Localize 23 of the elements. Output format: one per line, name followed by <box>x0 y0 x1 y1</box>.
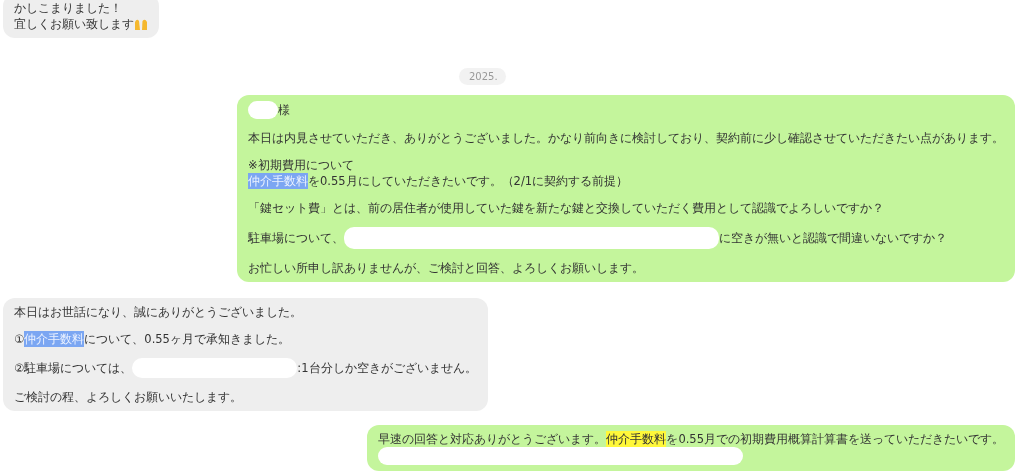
message-text: かしこまりました！ <box>14 0 122 16</box>
message-text: に空きが無いと認識で間違いないですか？ <box>719 230 947 246</box>
message-text: 早速の回答と対応ありがとうございます。 <box>378 431 607 447</box>
message-text: 「鍵セット費」とは、前の居住者が使用していた鍵を新たな鍵と交換していただく費用として認識でよろしいですか？ <box>248 200 884 216</box>
message-text: を0.55月での初期費用概算計算書を送っていただきたいです。 <box>666 431 1004 447</box>
message-text: 宜しくお願い致します <box>14 16 134 32</box>
message-text: :1台分しか空きがございません。 <box>297 360 477 376</box>
message-text: ②駐車場については、 <box>14 360 133 376</box>
message-text: ご検討の程、よろしくお願いいたします。 <box>14 389 242 405</box>
selected-text: 仲介手数料 <box>24 331 85 347</box>
message-text: 本日はお世話になり、誠にありがとうございました。 <box>14 304 302 320</box>
message-text: について、0.55ヶ月で承知きました。 <box>84 331 290 347</box>
message-text: 様 <box>278 102 290 118</box>
selected-text: 仲介手数料 <box>248 173 308 189</box>
message-text: お忙しい所申し訳ありませんが、ご検討と回答、よろしくお願いします。 <box>248 260 644 276</box>
raised-hands-icon <box>134 17 148 31</box>
message-text: 駐車場について、 <box>248 230 344 246</box>
message-text: を0.55月にしていただきたいです。（2/1に契約する前提） <box>308 173 629 189</box>
highlighted-text: 仲介手数料 <box>606 431 667 447</box>
message-text: 本日は内見させていただき、ありがとうございました。かなり前向きに検討しており、契約前に少し確認させていただきたい点があります。 <box>248 130 1004 146</box>
redaction-block <box>248 101 278 119</box>
message-text: ※初期費用について <box>248 157 354 173</box>
date-label: 2025. <box>459 68 506 85</box>
